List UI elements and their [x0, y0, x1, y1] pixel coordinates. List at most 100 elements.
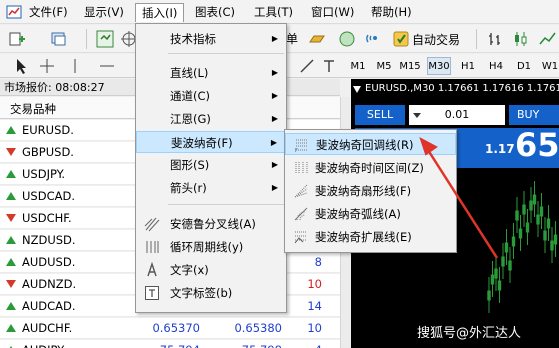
new-chart-icon[interactable]	[8, 30, 26, 48]
gold-bar-icon[interactable]	[308, 30, 326, 48]
menu-item-fibo-expansion[interactable]: 斐波纳奇扩展线(E)	[285, 226, 456, 248]
lot-size-value: 0.01	[444, 108, 470, 121]
symbol-name: AUDCAD.	[22, 299, 76, 313]
crosshair-tool-icon[interactable]	[38, 57, 56, 75]
collapse-triangle-icon[interactable]	[353, 86, 361, 93]
submenu-arrow-icon: ▶	[271, 34, 278, 43]
submenu-arrow-icon: ▶	[271, 183, 278, 192]
trendline-icon[interactable]	[298, 57, 316, 75]
menu-item-label: 斐波纳奇时间区间(Z)	[315, 161, 424, 175]
insert-menu: 技术指标 ▶ 直线(L) ▶ 通道(C) ▶ 江恩(G) ▶ 斐波纳奇(F) ▶ 图形(S…	[135, 23, 287, 313]
app-icon	[6, 5, 22, 19]
column-symbol-header[interactable]: 交易品种	[10, 101, 56, 117]
price-up-arrow-icon	[6, 324, 16, 332]
cursor-icon[interactable]	[12, 57, 30, 75]
price-pips: 65	[515, 126, 559, 164]
menu-item-fibo-retracement[interactable]: F 斐波纳奇回调线(R)	[285, 133, 456, 155]
submenu-arrow-icon: ▶	[271, 68, 278, 77]
fibonacci-submenu: F 斐波纳奇回调线(R) 斐波纳奇时间区间(Z) 斐波纳奇扇形线(F) 斐波纳奇…	[284, 129, 457, 253]
symbol-name: USDCHF.	[22, 211, 72, 225]
price-up-arrow-icon	[6, 126, 16, 134]
menu-item-shapes[interactable]: 图形(S) ▶	[136, 154, 286, 176]
terminal-icon[interactable]	[338, 30, 356, 48]
menu-insert[interactable]: 插入(I)	[135, 3, 185, 22]
timeframe-h4[interactable]: H4	[484, 57, 508, 75]
menu-item-label: 安德鲁分叉线(A)	[170, 217, 256, 231]
lot-down-icon[interactable]	[413, 111, 421, 119]
line-chart-icon[interactable]	[538, 30, 556, 48]
menu-tools[interactable]: 工具(T)	[248, 3, 299, 22]
menu-item-gann[interactable]: 江恩(G) ▶	[136, 108, 286, 130]
fibo-fan-icon	[294, 184, 308, 198]
menu-item-fibonacci[interactable]: 斐波纳奇(F) ▶	[136, 131, 286, 153]
symbol-name: NZDUSD.	[22, 233, 76, 247]
menu-item-cycle-lines[interactable]: 循环周期线(y)	[136, 236, 286, 258]
menu-item-indicators[interactable]: 技术指标 ▶	[136, 28, 286, 50]
sell-button[interactable]: SELL	[355, 105, 405, 125]
profiles-icon[interactable]	[50, 30, 68, 48]
autotrading-icon[interactable]	[392, 30, 410, 48]
menubar: 文件(F) 显示(V) 插入(I) 图表(C) 工具(T) 窗口(W) 帮助(H…	[0, 0, 559, 24]
timeframe-w1[interactable]: W1	[538, 57, 559, 75]
market-watch-row[interactable]: AUDJPY. 75.794 75.798 4	[0, 340, 340, 348]
market-watch-icon[interactable]	[96, 30, 114, 48]
menu-item-label: 斐波纳奇扇形线(F)	[315, 184, 412, 198]
menu-item-fibo-arcs[interactable]: 斐波纳奇弧线(A)	[285, 203, 456, 225]
candlestick-chart-icon[interactable]	[512, 30, 530, 48]
menu-item-lines[interactable]: 直线(L) ▶	[136, 62, 286, 84]
symbol-name: USDJPY.	[22, 167, 65, 181]
menu-charts[interactable]: 图表(C)	[189, 3, 241, 22]
price-up-arrow-icon	[6, 236, 16, 244]
spread-value: 14	[307, 299, 322, 313]
submenu-arrow-icon: ▶	[271, 91, 278, 100]
menu-item-andrews-pitchfork[interactable]: 安德鲁分叉线(A)	[136, 213, 286, 235]
chart-title-text: EURUSD.,M30 1.17661 1.17616 1.17616	[365, 83, 559, 94]
menu-item-text-label[interactable]: 文字标签(b)	[136, 282, 286, 304]
menu-item-label: 箭头(r)	[170, 181, 207, 195]
horizontal-line-icon[interactable]	[98, 57, 116, 75]
fibo-expansion-icon	[294, 231, 307, 244]
timeframe-d1[interactable]: D1	[512, 57, 536, 75]
timeframe-m15[interactable]: M15	[398, 57, 422, 75]
menu-item-channels[interactable]: 通道(C) ▶	[136, 85, 286, 107]
vertical-line-icon[interactable]	[66, 57, 84, 75]
spread-value: 8	[314, 255, 322, 269]
menu-item-label: 文字(x)	[170, 263, 209, 277]
menu-view[interactable]: 显示(V)	[78, 3, 130, 22]
watermark: 搜狐号@外汇达人	[417, 326, 522, 341]
menu-item-arrows[interactable]: 箭头(r) ▶	[136, 177, 286, 199]
menu-item-label: 江恩(G)	[170, 112, 211, 126]
fibo-time-zones-icon	[295, 162, 308, 174]
symbol-name: AUDJPY.	[22, 343, 66, 348]
bid-price: 0.65370	[152, 321, 200, 335]
text-label-icon	[145, 286, 159, 300]
autotrading-label[interactable]: 自动交易	[412, 31, 460, 48]
menu-item-fibo-time-zones[interactable]: 斐波纳奇时间区间(Z)	[285, 157, 456, 179]
signal-icon[interactable]	[364, 30, 382, 48]
spread-value: 10	[307, 321, 322, 335]
buy-button[interactable]: BUY	[509, 105, 559, 125]
text-tool-icon[interactable]	[320, 57, 338, 75]
fibo-arcs-icon	[294, 207, 308, 221]
menu-item-label: 斐波纳奇弧线(A)	[315, 207, 401, 221]
menu-help[interactable]: 帮助(H)	[365, 3, 418, 22]
timeframe-h1[interactable]: H1	[456, 57, 480, 75]
menu-item-fibo-fan[interactable]: 斐波纳奇扇形线(F)	[285, 180, 456, 202]
bar-chart-icon[interactable]	[486, 30, 504, 48]
timeframe-m5[interactable]: M5	[372, 57, 396, 75]
symbol-name: GBPUSD.	[22, 145, 74, 159]
svg-text:F: F	[295, 148, 298, 153]
menu-item-label: 图形(S)	[170, 158, 210, 172]
symbol-name: EURUSD.	[22, 123, 74, 137]
menu-file[interactable]: 文件(F)	[23, 3, 74, 22]
menu-item-text[interactable]: 文字(x)	[136, 259, 286, 281]
menu-item-label: 循环周期线(y)	[170, 240, 244, 254]
lot-size-input[interactable]: 0.01	[409, 105, 505, 125]
menu-window[interactable]: 窗口(W)	[305, 3, 360, 22]
timeframe-m30[interactable]: M30	[427, 57, 451, 75]
submenu-arrow-icon: ▶	[271, 160, 278, 169]
timeframe-m1[interactable]: M1	[346, 57, 370, 75]
spread-value: 4	[290, 343, 322, 348]
market-watch-row[interactable]: AUDCHF. 0.65370 0.65380 10	[0, 318, 340, 339]
menu-item-label: 文字标签(b)	[170, 286, 233, 300]
